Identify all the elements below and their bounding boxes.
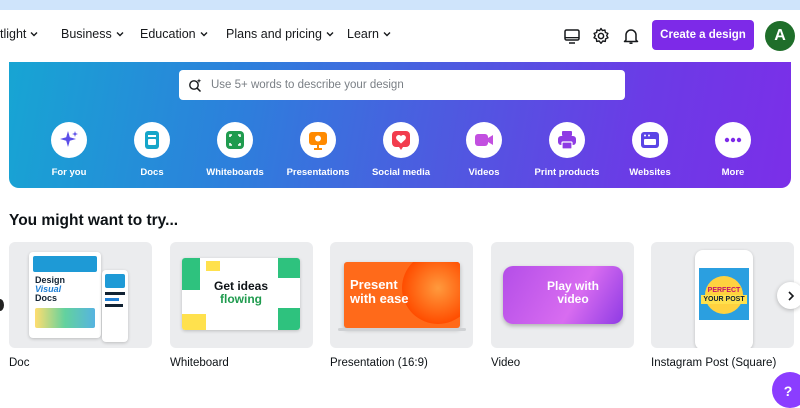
- category-presentations[interactable]: Presentations: [273, 122, 363, 178]
- chevron-down-icon: [116, 32, 124, 37]
- card-label: Video: [491, 357, 521, 369]
- nav-item-label: Plans and pricing: [226, 27, 322, 41]
- chevron-down-icon: [30, 32, 38, 37]
- thumb-text: YOUR POST: [701, 295, 747, 304]
- presentation-icon: [300, 122, 336, 158]
- scroll-left-indicator[interactable]: [0, 299, 4, 311]
- nav-item-education[interactable]: Education: [140, 27, 209, 41]
- instagram-phone-thumbnail: PERFECT YOUR POST: [695, 250, 753, 348]
- thumb-text: Present: [350, 277, 398, 292]
- more-icon: [715, 122, 751, 158]
- card-label: Whiteboard: [170, 357, 229, 369]
- desktop-app-icon[interactable]: [562, 26, 582, 46]
- template-card-whiteboard[interactable]: Get ideas flowing: [170, 242, 313, 348]
- whiteboard-thumbnail: Get ideas flowing: [182, 258, 300, 330]
- hero-banner: Use 5+ words to describe your design For…: [9, 62, 791, 188]
- print-icon: [549, 122, 585, 158]
- chevron-down-icon: [200, 32, 208, 37]
- category-label: Docs: [140, 167, 164, 178]
- chevron-right-icon: [787, 290, 794, 301]
- magic-search-input[interactable]: Use 5+ words to describe your design: [179, 70, 625, 100]
- chevron-down-icon: [326, 32, 334, 37]
- card-label: Doc: [9, 357, 30, 369]
- template-card-instagram[interactable]: PERFECT YOUR POST: [651, 242, 794, 348]
- card-label: Presentation (16:9): [330, 357, 428, 369]
- website-icon: [632, 122, 668, 158]
- heart-icon: [383, 122, 419, 158]
- thumb-text: video: [557, 292, 589, 306]
- category-label: More: [721, 167, 745, 178]
- category-label: For you: [51, 167, 87, 178]
- nav-item-label: Learn: [347, 27, 379, 41]
- thumb-text: Docs: [35, 293, 58, 303]
- category-print-products[interactable]: Print products: [522, 122, 612, 178]
- nav-item-spotlight[interactable]: tlight: [0, 27, 39, 41]
- category-social-media[interactable]: Social media: [356, 122, 446, 178]
- video-icon: [466, 122, 502, 158]
- carousel-next-button[interactable]: [777, 282, 800, 309]
- thumb-text: PERFECT: [707, 287, 741, 294]
- category-label: Whiteboards: [206, 167, 264, 178]
- template-card-video[interactable]: Play with video: [491, 242, 634, 348]
- screen-stand: [338, 328, 466, 331]
- phone-thumbnail: [102, 270, 128, 342]
- doc-icon: [134, 122, 170, 158]
- sparkle-icon: [51, 122, 87, 158]
- category-whiteboards[interactable]: Whiteboards: [190, 122, 280, 178]
- section-title: You might want to try...: [9, 212, 179, 229]
- search-placeholder: Use 5+ words to describe your design: [211, 79, 404, 91]
- thumb-text: flowing: [220, 292, 262, 306]
- nav-item-label: tlight: [0, 27, 27, 41]
- settings-gear-icon[interactable]: [591, 26, 611, 46]
- nav-item-label: Business: [61, 27, 112, 41]
- category-label: Presentations: [286, 167, 350, 178]
- thumb-text: with ease: [350, 291, 409, 306]
- category-videos[interactable]: Videos: [439, 122, 529, 178]
- avatar[interactable]: A: [765, 21, 795, 51]
- nav-item-plans-pricing[interactable]: Plans and pricing: [226, 27, 335, 41]
- card-label: Instagram Post (Square): [651, 357, 777, 369]
- category-label: Websites: [629, 167, 671, 178]
- magic-search-icon: [189, 78, 202, 93]
- template-card-presentation[interactable]: Present with ease: [330, 242, 473, 348]
- top-navigation: tlight Business Education Plans and pric…: [0, 10, 800, 62]
- nav-item-learn[interactable]: Learn: [347, 27, 392, 41]
- category-label: Print products: [534, 167, 600, 178]
- help-button[interactable]: ?: [772, 372, 800, 408]
- nav-item-label: Education: [140, 27, 196, 41]
- category-docs[interactable]: Docs: [107, 122, 197, 178]
- category-for-you[interactable]: For you: [24, 122, 114, 178]
- category-websites[interactable]: Websites: [605, 122, 695, 178]
- notification-bell-icon[interactable]: [621, 26, 641, 46]
- presentation-thumbnail: Present with ease: [344, 262, 460, 328]
- chevron-down-icon: [383, 32, 391, 37]
- category-label: Videos: [468, 167, 500, 178]
- doc-thumbnail: Design Visual Docs: [29, 252, 101, 338]
- video-thumbnail: Play with video: [503, 266, 623, 324]
- nav-item-business[interactable]: Business: [61, 27, 125, 41]
- category-label: Social media: [371, 167, 431, 178]
- whiteboard-icon: [217, 122, 253, 158]
- category-more[interactable]: More: [688, 122, 778, 178]
- browser-strip: [0, 0, 800, 10]
- create-design-button[interactable]: Create a design: [652, 20, 754, 50]
- template-card-doc[interactable]: Design Visual Docs: [9, 242, 152, 348]
